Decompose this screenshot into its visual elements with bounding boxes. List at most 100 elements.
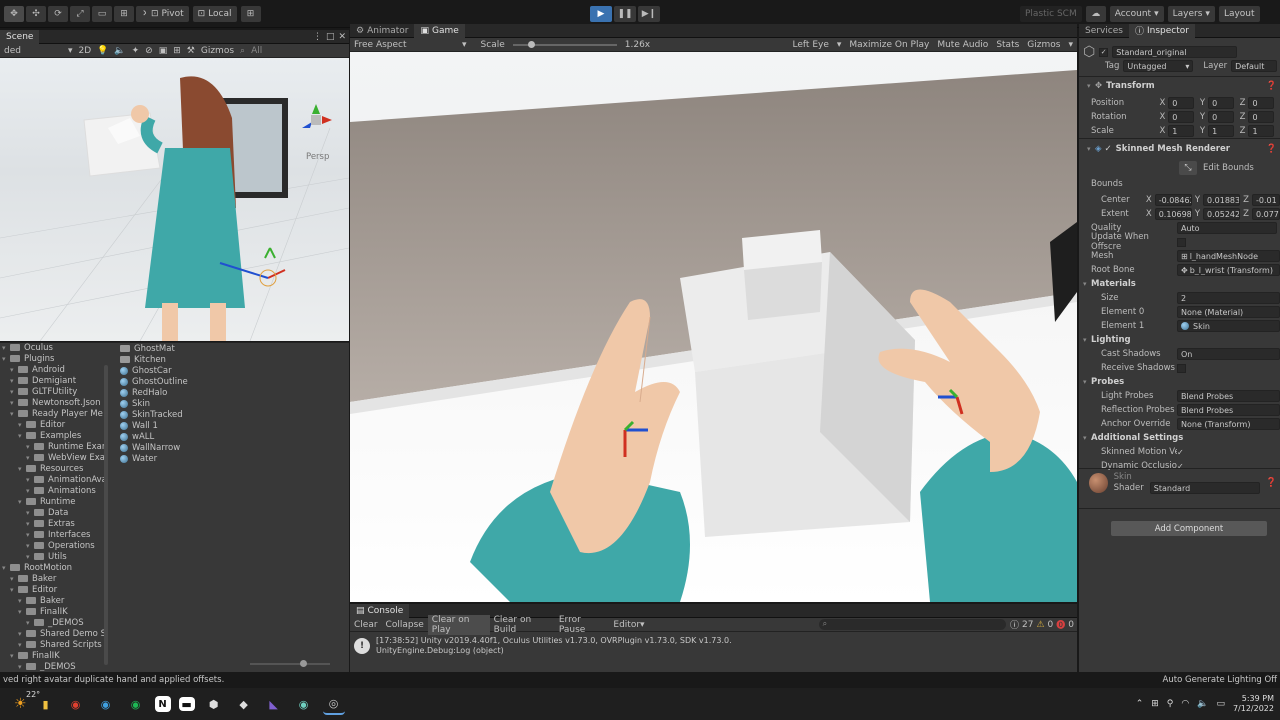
center-z[interactable]: -0.01 [1251,194,1280,206]
material-section[interactable]: Skin Shader Standard ❓ [1089,472,1277,494]
folder-tree-item[interactable]: ▾ Data [2,508,108,519]
hand-tool-icon[interactable]: ✥ [4,6,24,22]
rotate-tool-icon[interactable]: ⟳ [48,6,68,22]
transform-z-field[interactable]: 0 [1248,111,1275,123]
error-icon[interactable]: ⓿ [1056,618,1065,631]
maximize-on-play-toggle[interactable]: Maximize On Play [849,40,929,50]
unity-icon[interactable]: ⬢ [203,693,225,715]
folder-tree-item[interactable]: ▾ Editor [2,585,108,596]
spotify-icon[interactable]: ◉ [125,693,147,715]
help-icon[interactable]: ❓ [1266,81,1277,91]
folder-tree-item[interactable]: ▾ Plugins [2,354,108,365]
battery-icon[interactable]: ▭ [1216,699,1225,709]
grid-snap-icon[interactable]: ⊞ [240,6,261,22]
folder-tree-item[interactable]: ▾ Shared Demo Sc [2,629,108,640]
transform-y-field[interactable]: 0 [1208,111,1234,123]
folder-tree-item[interactable]: ▾ Android [2,365,108,376]
smr-header[interactable]: ▾ ◈ ✓ Skinned Mesh Renderer ❓ [1087,141,1277,157]
extent-z[interactable]: 0.077 [1251,208,1280,220]
scene-gizmos-dropdown[interactable]: Gizmos [201,46,234,56]
scale-slider[interactable] [512,40,617,48]
console-error-pause-toggle[interactable]: Error Pause [555,615,610,635]
skinned-motion-checkbox[interactable]: ✓ [1177,448,1184,457]
transform-z-field[interactable]: 0 [1248,97,1275,109]
cast-shadows-dropdown[interactable]: On [1177,348,1280,360]
clock[interactable]: 5:39 PM 7/12/2022 [1233,694,1274,714]
asset-item[interactable]: Wall 1 [120,421,345,432]
cloud-icon[interactable]: ☁ [1085,6,1106,22]
chrome-icon[interactable]: ◉ [65,693,87,715]
local-toggle[interactable]: ⊡ Local [192,6,237,22]
light-icon[interactable]: 💡 [97,46,108,56]
layers-dropdown[interactable]: Layers ▾ [1167,6,1215,22]
app-icon[interactable]: ◉ [293,693,315,715]
tab-game[interactable]: ▣ Game [414,23,465,38]
center-x[interactable]: -0.08462 [1154,194,1192,206]
rect-tool-icon[interactable]: ▭ [92,6,112,22]
aspect-dropdown[interactable]: Free Aspect [354,40,454,50]
shader-dropdown[interactable]: Standard [1149,482,1260,494]
mute-audio-toggle[interactable]: Mute Audio [937,40,988,50]
dynamic-occlusion-checkbox[interactable]: ✓ [1177,462,1184,471]
visual-studio-icon[interactable]: ◣ [263,693,285,715]
notion-icon[interactable]: N [154,696,171,712]
transform-x-field[interactable]: 1 [1168,125,1194,137]
folder-tree-item[interactable]: ▾ Utils [2,552,108,563]
asset-zoom-thumb[interactable] [300,660,307,667]
console-clear-on-build-toggle[interactable]: Clear on Build [490,615,555,635]
close-icon[interactable]: ✕ [338,32,346,42]
tag-dropdown[interactable]: Untagged ▾ [1123,60,1194,72]
folder-tree-item[interactable]: ▾ FinalIK [2,651,108,662]
folder-tree-item[interactable]: ▾ GLTFUtility [2,387,108,398]
unity-hub-icon[interactable]: ◆ [233,693,255,715]
folder-tree-item[interactable]: ▾ Baker [2,596,108,607]
asset-item[interactable]: WallNarrow [120,443,345,454]
folder-tree-item[interactable]: ▾ WebView Examp [2,453,108,464]
info-icon[interactable]: ⓘ [1010,618,1019,631]
microphone-icon[interactable]: ⚲ [1167,699,1174,709]
console-search-input[interactable]: ⌕ [818,619,1006,630]
folder-tree-item[interactable]: ▾ Runtime Exampl [2,442,108,453]
folder-tree-item[interactable]: ▾ RootMotion [2,563,108,574]
anchor-override-field[interactable]: None (Transform) [1177,418,1280,430]
layer-dropdown[interactable]: Default [1231,60,1278,72]
layout-dropdown[interactable]: Layout [1218,6,1260,22]
persp-label[interactable]: Persp [306,152,329,162]
tab-scene[interactable]: Scene [0,29,40,44]
warning-icon[interactable]: ⚠ [1036,620,1044,630]
light-probes-dropdown[interactable]: Blend Probes [1177,390,1280,402]
center-y[interactable]: 0.018837 [1203,194,1241,206]
asset-item[interactable]: RedHalo [120,388,345,399]
root-bone-field[interactable]: ✥ b_l_wrist (Transform) [1177,264,1280,276]
hidden-icon[interactable]: ⊘ [145,46,153,56]
folder-tree-item[interactable]: ▾ Operations [2,541,108,552]
lighting-header[interactable]: ▾ Lighting [1083,333,1280,347]
extent-y[interactable]: 0.052427 [1203,208,1241,220]
transform-x-field[interactable]: 0 [1168,97,1194,109]
speaker-icon[interactable]: 🔈 [1197,699,1208,709]
folder-tree-item[interactable]: ▾ Newtonsoft.Json [2,398,108,409]
asset-item[interactable]: Skin [120,399,345,410]
console-clear-on-play-toggle[interactable]: Clear on Play [427,614,490,635]
asset-item[interactable]: Water [120,454,345,465]
console-clear-button[interactable]: Clear [350,620,382,630]
asset-zoom-slider[interactable] [250,660,330,667]
tools-icon[interactable]: ⚒ [187,46,195,56]
shading-mode-dropdown[interactable]: ded [4,46,62,56]
asset-item[interactable]: SkinTracked [120,410,345,421]
help-icon[interactable]: ❓ [1266,478,1277,488]
probes-header[interactable]: ▾ Probes [1083,375,1280,389]
asset-item[interactable]: GhostCar [120,366,345,377]
smr-enabled-checkbox[interactable]: ✓ [1105,144,1112,154]
scale-slider-thumb[interactable] [528,40,536,48]
scene-viewport[interactable]: Persp [0,58,349,341]
console-collapse-toggle[interactable]: Collapse [382,620,428,630]
step-button[interactable]: ▶❙ [638,6,660,22]
folder-tree-item[interactable]: ▾ Shared Scripts [2,640,108,651]
tray-app-icon[interactable]: ⊞ [1151,699,1159,709]
auto-lighting-status[interactable]: Auto Generate Lighting Off [1163,675,1277,685]
receive-shadows-checkbox[interactable] [1177,363,1186,373]
game-gizmos-dropdown[interactable]: Gizmos [1027,40,1060,50]
folder-tree-item[interactable]: ▾ Demigiant [2,376,108,387]
help-icon[interactable]: ❓ [1266,144,1277,154]
